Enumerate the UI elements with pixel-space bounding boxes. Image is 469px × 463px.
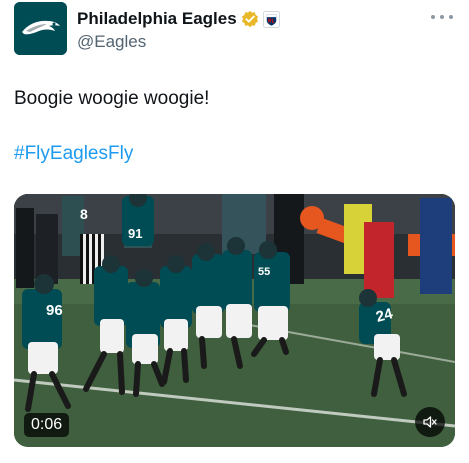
speaker-muted-icon bbox=[423, 416, 437, 428]
nfl-shield-icon[interactable] bbox=[262, 10, 280, 28]
jersey-number: 8 bbox=[80, 206, 88, 222]
hashtag-link[interactable]: #FlyEaglesFly bbox=[14, 143, 133, 165]
tweet-header: Philadelphia Eagles @Eagles bbox=[14, 2, 455, 56]
jersey-number: 96 bbox=[46, 302, 63, 319]
display-name[interactable]: Philadelphia Eagles bbox=[77, 9, 237, 29]
jersey-number: 91 bbox=[128, 226, 143, 241]
video-timestamp: 0:06 bbox=[24, 413, 70, 437]
verified-badge-icon bbox=[241, 10, 258, 28]
video-player[interactable]: 8 91 96 24 55 0:06 bbox=[14, 194, 455, 447]
tweet-text: Boogie woogie woogie! bbox=[14, 88, 210, 109]
avatar[interactable] bbox=[14, 2, 67, 55]
eagles-logo-icon bbox=[14, 2, 67, 55]
mute-button[interactable] bbox=[415, 407, 445, 437]
jersey-number: 55 bbox=[258, 266, 271, 278]
handle[interactable]: @Eagles bbox=[77, 32, 280, 52]
more-options-icon[interactable] bbox=[431, 12, 453, 22]
